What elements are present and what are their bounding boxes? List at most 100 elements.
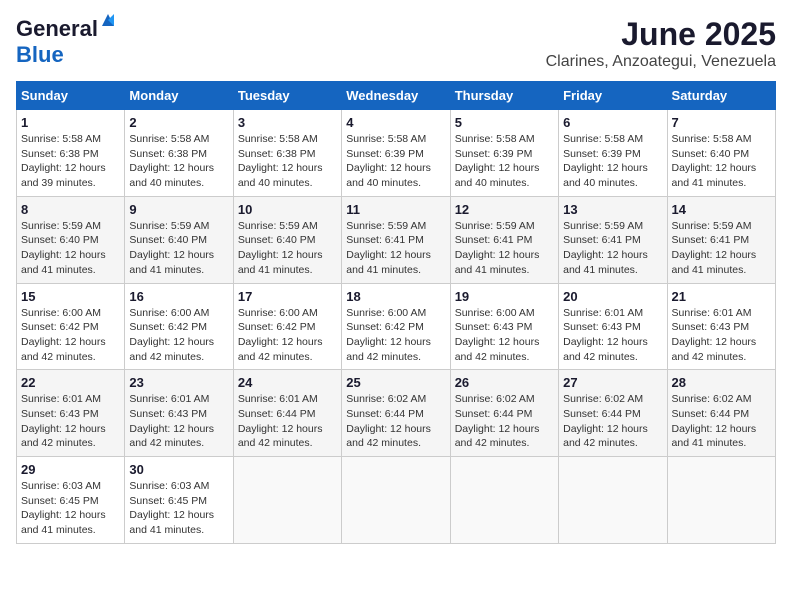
day-number: 1 [21, 115, 120, 130]
table-cell: 30 Sunrise: 6:03 AMSunset: 6:45 PMDayligh… [125, 457, 233, 544]
col-friday: Friday [559, 82, 667, 110]
location-title: Clarines, Anzoategui, Venezuela [546, 53, 776, 71]
day-number: 4 [346, 115, 445, 130]
day-number: 3 [238, 115, 337, 130]
table-cell: 19 Sunrise: 6:00 AMSunset: 6:43 PMDayligh… [450, 283, 558, 370]
logo-general: General [16, 16, 98, 41]
day-number: 15 [21, 289, 120, 304]
calendar-header-row: Sunday Monday Tuesday Wednesday Thursday… [17, 82, 776, 110]
day-number: 19 [455, 289, 554, 304]
table-cell [450, 457, 558, 544]
day-number: 14 [672, 202, 771, 217]
day-info: Sunrise: 5:58 AMSunset: 6:38 PMDaylight:… [129, 132, 228, 191]
day-number: 22 [21, 375, 120, 390]
table-cell: 12 Sunrise: 5:59 AMSunset: 6:41 PMDayligh… [450, 196, 558, 283]
table-cell: 22 Sunrise: 6:01 AMSunset: 6:43 PMDayligh… [17, 370, 125, 457]
table-cell: 13 Sunrise: 5:59 AMSunset: 6:41 PMDayligh… [559, 196, 667, 283]
day-number: 13 [563, 202, 662, 217]
day-info: Sunrise: 6:03 AMSunset: 6:45 PMDaylight:… [21, 479, 120, 538]
day-number: 10 [238, 202, 337, 217]
table-cell: 9 Sunrise: 5:59 AMSunset: 6:40 PMDaylight… [125, 196, 233, 283]
day-info: Sunrise: 5:58 AMSunset: 6:38 PMDaylight:… [21, 132, 120, 191]
day-number: 28 [672, 375, 771, 390]
day-number: 20 [563, 289, 662, 304]
day-info: Sunrise: 6:02 AMSunset: 6:44 PMDaylight:… [455, 392, 554, 451]
calendar-row: 1 Sunrise: 5:58 AMSunset: 6:38 PMDaylight… [17, 110, 776, 197]
table-cell: 15 Sunrise: 6:00 AMSunset: 6:42 PMDayligh… [17, 283, 125, 370]
table-cell: 7Sunrise: 5:58 AMSunset: 6:40 PMDaylight… [667, 110, 775, 197]
table-cell: 5 Sunrise: 5:58 AMSunset: 6:39 PMDaylight… [450, 110, 558, 197]
day-number: 6 [563, 115, 662, 130]
day-number: 9 [129, 202, 228, 217]
day-info: Sunrise: 6:01 AMSunset: 6:44 PMDaylight:… [238, 392, 337, 451]
month-title: June 2025 [546, 16, 776, 53]
day-number: 16 [129, 289, 228, 304]
table-cell: 4 Sunrise: 5:58 AMSunset: 6:39 PMDaylight… [342, 110, 450, 197]
day-info: Sunrise: 6:00 AMSunset: 6:42 PMDaylight:… [346, 306, 445, 365]
day-number: 21 [672, 289, 771, 304]
table-cell [667, 457, 775, 544]
col-saturday: Saturday [667, 82, 775, 110]
col-sunday: Sunday [17, 82, 125, 110]
table-cell: 10 Sunrise: 5:59 AMSunset: 6:40 PMDayligh… [233, 196, 341, 283]
day-number: 18 [346, 289, 445, 304]
calendar-row: 22 Sunrise: 6:01 AMSunset: 6:43 PMDayligh… [17, 370, 776, 457]
table-cell: 21Sunrise: 6:01 AMSunset: 6:43 PMDayligh… [667, 283, 775, 370]
title-block: June 2025 Clarines, Anzoategui, Venezuel… [546, 16, 776, 71]
day-info: Sunrise: 5:59 AMSunset: 6:41 PMDaylight:… [455, 219, 554, 278]
calendar-row: 8 Sunrise: 5:59 AMSunset: 6:40 PMDaylight… [17, 196, 776, 283]
calendar-row: 15 Sunrise: 6:00 AMSunset: 6:42 PMDayligh… [17, 283, 776, 370]
table-cell: 18 Sunrise: 6:00 AMSunset: 6:42 PMDayligh… [342, 283, 450, 370]
col-wednesday: Wednesday [342, 82, 450, 110]
day-number: 23 [129, 375, 228, 390]
table-cell: 3 Sunrise: 5:58 AMSunset: 6:38 PMDaylight… [233, 110, 341, 197]
table-cell: 26Sunrise: 6:02 AMSunset: 6:44 PMDayligh… [450, 370, 558, 457]
day-info: Sunrise: 6:00 AMSunset: 6:42 PMDaylight:… [129, 306, 228, 365]
calendar-table: Sunday Monday Tuesday Wednesday Thursday… [16, 81, 776, 544]
day-info: Sunrise: 5:59 AMSunset: 6:41 PMDaylight:… [563, 219, 662, 278]
table-cell: 28 Sunrise: 6:02 AMSunset: 6:44 PMDayligh… [667, 370, 775, 457]
day-number: 5 [455, 115, 554, 130]
calendar-row: 29Sunrise: 6:03 AMSunset: 6:45 PMDayligh… [17, 457, 776, 544]
day-info: Sunrise: 6:00 AMSunset: 6:42 PMDaylight:… [238, 306, 337, 365]
day-info: Sunrise: 5:58 AMSunset: 6:39 PMDaylight:… [455, 132, 554, 191]
day-info: Sunrise: 6:00 AMSunset: 6:42 PMDaylight:… [21, 306, 120, 365]
table-cell: 25Sunrise: 6:02 AMSunset: 6:44 PMDayligh… [342, 370, 450, 457]
col-tuesday: Tuesday [233, 82, 341, 110]
table-cell: 1 Sunrise: 5:58 AMSunset: 6:38 PMDaylight… [17, 110, 125, 197]
day-info: Sunrise: 5:59 AMSunset: 6:41 PMDaylight:… [346, 219, 445, 278]
day-info: Sunrise: 5:58 AMSunset: 6:38 PMDaylight:… [238, 132, 337, 191]
table-cell: 29Sunrise: 6:03 AMSunset: 6:45 PMDayligh… [17, 457, 125, 544]
table-cell: 16 Sunrise: 6:00 AMSunset: 6:42 PMDayligh… [125, 283, 233, 370]
day-number: 8 [21, 202, 120, 217]
table-cell: 23Sunrise: 6:01 AMSunset: 6:43 PMDayligh… [125, 370, 233, 457]
day-info: Sunrise: 6:01 AMSunset: 6:43 PMDaylight:… [563, 306, 662, 365]
day-number: 11 [346, 202, 445, 217]
day-info: Sunrise: 6:02 AMSunset: 6:44 PMDaylight:… [672, 392, 771, 451]
col-monday: Monday [125, 82, 233, 110]
day-info: Sunrise: 6:03 AMSunset: 6:45 PMDaylight:… [129, 479, 228, 538]
table-cell [233, 457, 341, 544]
day-number: 24 [238, 375, 337, 390]
day-number: 30 [129, 462, 228, 477]
day-info: Sunrise: 5:59 AMSunset: 6:40 PMDaylight:… [238, 219, 337, 278]
col-thursday: Thursday [450, 82, 558, 110]
day-info: Sunrise: 6:01 AMSunset: 6:43 PMDaylight:… [21, 392, 120, 451]
day-number: 17 [238, 289, 337, 304]
day-number: 25 [346, 375, 445, 390]
day-number: 12 [455, 202, 554, 217]
table-cell [342, 457, 450, 544]
logo-blue: Blue [16, 42, 64, 68]
day-info: Sunrise: 5:58 AMSunset: 6:39 PMDaylight:… [346, 132, 445, 191]
table-cell: 20 Sunrise: 6:01 AMSunset: 6:43 PMDayligh… [559, 283, 667, 370]
day-info: Sunrise: 6:02 AMSunset: 6:44 PMDaylight:… [563, 392, 662, 451]
table-cell: 8Sunrise: 5:59 AMSunset: 6:40 PMDaylight… [17, 196, 125, 283]
day-info: Sunrise: 5:59 AMSunset: 6:41 PMDaylight:… [672, 219, 771, 278]
table-cell: 11 Sunrise: 5:59 AMSunset: 6:41 PMDayligh… [342, 196, 450, 283]
table-cell: 14 Sunrise: 5:59 AMSunset: 6:41 PMDayligh… [667, 196, 775, 283]
day-info: Sunrise: 5:59 AMSunset: 6:40 PMDaylight:… [129, 219, 228, 278]
table-cell: 6 Sunrise: 5:58 AMSunset: 6:39 PMDaylight… [559, 110, 667, 197]
day-info: Sunrise: 6:00 AMSunset: 6:43 PMDaylight:… [455, 306, 554, 365]
day-number: 2 [129, 115, 228, 130]
day-info: Sunrise: 5:58 AMSunset: 6:39 PMDaylight:… [563, 132, 662, 191]
